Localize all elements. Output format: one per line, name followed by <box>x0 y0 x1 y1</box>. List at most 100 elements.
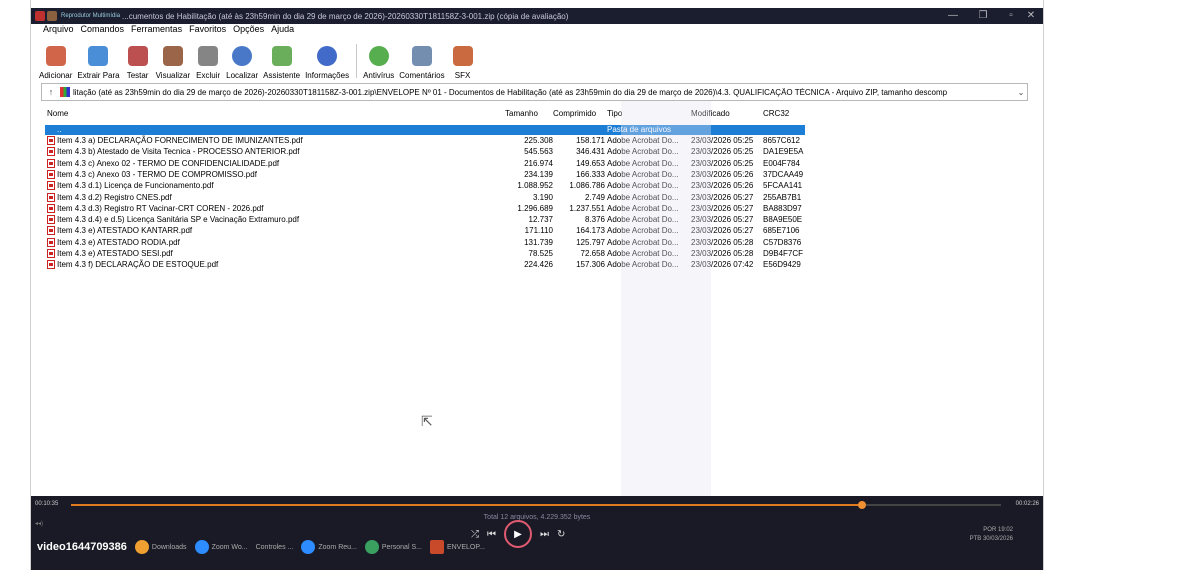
toolbar-extract-button[interactable]: Extrair Para <box>77 43 120 80</box>
menu-favoritos[interactable]: Favoritos <box>189 24 226 36</box>
menu-arquivo[interactable]: Arquivo <box>43 24 74 36</box>
toolbar-label: Comentários <box>399 71 445 80</box>
pdf-file-icon <box>47 260 55 270</box>
file-crc: 37DCAA49 <box>763 169 804 179</box>
shuffle-icon[interactable]: ⤮ <box>471 529 479 540</box>
menu-ferramentas[interactable]: Ferramentas <box>131 24 182 36</box>
toolbar-info-button[interactable]: Informações <box>305 43 349 80</box>
chevron-down-icon[interactable]: ⌄ <box>1015 88 1027 97</box>
file-packed: 157.306 <box>576 260 605 270</box>
file-crc: E56D9429 <box>763 260 801 270</box>
toolbar-label: Adicionar <box>39 71 73 80</box>
seek-bar[interactable] <box>71 501 1001 509</box>
next-icon[interactable]: ⏭ <box>540 529 549 540</box>
col-size[interactable]: Tamanho <box>505 109 538 118</box>
maximize-button[interactable]: ❐ <box>973 8 993 24</box>
menu-ajuda[interactable]: Ajuda <box>271 24 294 36</box>
col-name[interactable]: Nome <box>47 109 68 118</box>
browser-icon <box>364 540 379 554</box>
file-crc: 685E7106 <box>763 226 800 236</box>
home-icon[interactable] <box>35 11 45 21</box>
column-highlight <box>621 101 711 496</box>
toolbar-test-button[interactable]: Testar <box>125 43 151 80</box>
winrar-icon <box>429 540 444 554</box>
taskbar-app-label: Personal S... <box>381 543 422 551</box>
file-name: Item 4.3 a) DECLARAÇÃO FORNECIMENTO DE I… <box>57 136 303 145</box>
pdf-file-icon <box>47 158 55 168</box>
taskbar-app-personal[interactable]: Personal S... <box>364 540 422 554</box>
toolbar-label: Extrair Para <box>77 71 120 80</box>
antivirus-icon <box>366 43 392 69</box>
toolbar-label: Visualizar <box>155 71 191 80</box>
lang-layout: PTB <box>969 536 982 542</box>
file-size: 3.190 <box>532 192 553 202</box>
toolbar-label: SFX <box>454 71 471 80</box>
taskbar-app-label: Controles ... <box>255 543 294 551</box>
restore-button[interactable]: ▫ <box>1001 8 1021 24</box>
file-crc: E004F784 <box>763 158 800 168</box>
pdf-file-icon <box>47 136 55 145</box>
play-button[interactable]: ▶ <box>504 520 532 548</box>
minimize-button[interactable]: — <box>943 8 963 24</box>
file-size: 216.974 <box>524 158 553 168</box>
menu-opcoes[interactable]: Opções <box>233 24 264 36</box>
file-crc: DA1E9E5A <box>763 147 804 157</box>
toolbar-antivirus-button[interactable]: Antivírus <box>363 43 394 80</box>
address-path[interactable]: litação (até as 23h59min do dia 29 de ma… <box>73 88 1015 97</box>
toolbar-wizard-button[interactable]: Assistente <box>263 43 300 80</box>
add-archive-icon <box>43 43 69 69</box>
archive-icon <box>60 87 70 97</box>
file-size: 225.308 <box>524 136 553 145</box>
wizard-icon <box>269 43 295 69</box>
window-title: ...cumentos de Habilitação (até às 23h59… <box>122 11 569 21</box>
playback-controls: ⤮ ⏮ ▶ ⏭ ↻ <box>471 520 565 548</box>
toolbar-comment-button[interactable]: Comentários <box>399 43 445 80</box>
file-size: 171.110 <box>524 226 553 236</box>
elapsed-time: 00:10:35 <box>35 501 59 507</box>
comment-icon <box>409 43 435 69</box>
toolbar-view-button[interactable]: Visualizar <box>155 43 191 80</box>
lang-indicator[interactable]: POR <box>983 527 996 533</box>
address-bar[interactable]: ↑ litação (até as 23h59min do dia 29 de … <box>41 83 1028 101</box>
seek-handle[interactable] <box>857 501 866 509</box>
col-crc[interactable]: CRC32 <box>763 109 789 118</box>
file-name: Item 4.3 d.3) Registro RT Vacinar-CRT CO… <box>57 203 264 213</box>
taskbar-app-controles[interactable]: Controles ... <box>256 544 294 551</box>
file-packed: 72.658 <box>580 249 605 258</box>
taskbar-app-zoom2[interactable]: Zoom Reu... <box>301 540 357 554</box>
file-list[interactable]: Nome Tamanho Comprimido Tipo Modificado … <box>41 101 1026 496</box>
total-time: 00:02:26 <box>1015 501 1039 507</box>
col-packed[interactable]: Comprimido <box>553 109 596 118</box>
app-window: Reprodutor Multimídia ...cumentos de Hab… <box>30 0 1044 570</box>
clock-time[interactable]: 19:02 <box>998 527 1013 533</box>
clock-date: 30/03/2026 <box>982 536 1013 542</box>
toolbar-label: Testar <box>126 71 149 80</box>
find-icon <box>229 43 255 69</box>
previous-icon[interactable]: ⏮ <box>487 529 496 540</box>
toolbar-add-archive-button[interactable]: Adicionar <box>39 43 72 80</box>
toolbar-delete-button[interactable]: Excluir <box>195 43 221 80</box>
file-size: 224.426 <box>524 260 553 270</box>
file-packed: 1.237.551 <box>569 203 605 213</box>
toolbar-label: Antivírus <box>363 71 395 80</box>
menu-comandos[interactable]: Comandos <box>81 24 125 36</box>
extract-icon <box>85 43 111 69</box>
close-button[interactable]: ✕ <box>1021 8 1041 24</box>
file-name: Item 4.3 b) Atestado de Visita Tecnica -… <box>57 147 300 157</box>
delete-icon <box>195 43 221 69</box>
file-packed: 8.376 <box>584 215 605 225</box>
downloads-icon <box>134 540 149 554</box>
up-arrow-icon[interactable]: ↑ <box>42 87 60 97</box>
taskbar-app-zoom1[interactable]: Zoom Wo... <box>194 540 248 554</box>
player-label: Reprodutor Multimídia <box>61 13 121 19</box>
file-crc: C57D8376 <box>763 237 802 247</box>
toolbar-sfx-button[interactable]: SFX <box>450 43 476 80</box>
toolbar: Adicionar Extrair Para Testar Visualizar Exc… <box>39 38 481 80</box>
file-name: Item 4.3 e) ATESTADO SESI.pdf <box>57 249 173 258</box>
taskbar-app-downloads[interactable]: Downloads <box>134 540 187 554</box>
file-crc: 8657C612 <box>763 136 800 145</box>
toolbar-label: Informações <box>305 71 350 80</box>
toolbar-find-button[interactable]: Localizar <box>226 43 258 80</box>
col-type[interactable]: Tipo <box>607 109 622 118</box>
repeat-icon[interactable]: ↻ <box>557 529 565 540</box>
